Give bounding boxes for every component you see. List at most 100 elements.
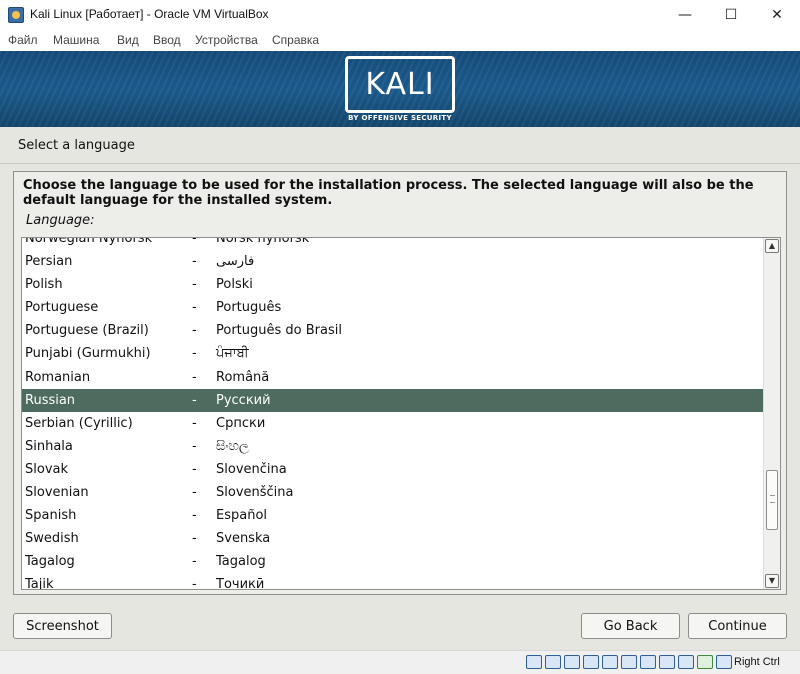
menubar: Файл Машина Вид Ввод Устройства Справка xyxy=(0,30,800,51)
language-row[interactable]: Portuguese (Brazil) - Português do Brasil xyxy=(22,319,764,342)
language-native-name: Српски xyxy=(216,415,266,431)
menu-input[interactable]: Ввод xyxy=(153,33,181,47)
language-separator: - xyxy=(192,415,197,431)
language-row[interactable]: Slovak - Slovenčina xyxy=(22,458,764,481)
divider xyxy=(0,163,800,164)
scrollbar-thumb[interactable] xyxy=(766,470,778,530)
language-separator: - xyxy=(192,577,197,590)
language-list-rows: Norwegian Nynorsk - Norsk nynorsk Persian - ف… xyxy=(22,237,764,590)
language-separator: - xyxy=(192,346,197,362)
instructions-text: Choose the language to be used for the i… xyxy=(23,178,754,208)
usb-icon[interactable] xyxy=(602,655,618,669)
language-row[interactable]: Norwegian Nynorsk - Norsk nynorsk xyxy=(22,237,764,250)
language-row[interactable]: Swedish - Svenska xyxy=(22,527,764,550)
language-separator: - xyxy=(192,300,197,316)
language-row[interactable]: Tajik - Точикӣ xyxy=(22,573,764,590)
language-english-name: Norwegian Nynorsk xyxy=(25,237,153,246)
language-row[interactable]: Portuguese - Português xyxy=(22,296,764,319)
menu-help[interactable]: Справка xyxy=(272,33,319,47)
cpu-icon xyxy=(678,655,694,669)
virtualbox-app-icon xyxy=(8,7,24,23)
language-native-name: Svenska xyxy=(216,531,271,547)
language-row[interactable]: Russian - Русский xyxy=(22,388,764,412)
language-row[interactable]: Polish - Polski xyxy=(22,273,764,296)
language-list[interactable]: Norwegian Nynorsk - Norsk nynorsk Persian - ف… xyxy=(21,237,781,590)
language-separator: - xyxy=(192,554,197,570)
language-native-name: Português xyxy=(216,300,282,316)
guest-additions-icon xyxy=(697,655,713,669)
video-capture-icon[interactable] xyxy=(659,655,675,669)
language-row[interactable]: Spanish - Español xyxy=(22,504,764,527)
language-english-name: Punjabi (Gurmukhi) xyxy=(25,346,151,362)
language-field-label: Language: xyxy=(26,213,95,228)
language-separator: - xyxy=(192,531,197,547)
language-native-name: සිංහල xyxy=(216,438,249,454)
scroll-down-arrow-icon[interactable]: ▼ xyxy=(765,574,779,588)
language-english-name: Russian xyxy=(25,392,76,408)
screenshot-button[interactable]: Screenshot xyxy=(13,613,112,639)
language-english-name: Swedish xyxy=(25,531,79,547)
language-english-name: Sinhala xyxy=(25,438,73,454)
language-row[interactable]: Romanian - Română xyxy=(22,366,764,389)
vm-statusbar: Right Ctrl xyxy=(0,650,800,674)
maximize-button[interactable]: ☐ xyxy=(708,0,754,30)
close-button[interactable]: ✕ xyxy=(754,0,800,30)
vm-screen[interactable]: KALI BY OFFENSIVE SECURITY Select a lang… xyxy=(0,51,800,650)
menu-view[interactable]: Вид xyxy=(117,33,139,47)
language-english-name: Slovenian xyxy=(25,485,89,501)
language-row[interactable]: Punjabi (Gurmukhi) - ਪੰਜਾਬੀ xyxy=(22,342,764,365)
list-scrollbar[interactable]: ▲ ▼ xyxy=(763,238,780,589)
hard-disk-icon[interactable] xyxy=(526,655,542,669)
language-separator: - xyxy=(192,237,197,246)
display-icon[interactable] xyxy=(640,655,656,669)
optical-drive-icon[interactable] xyxy=(545,655,561,669)
continue-button[interactable]: Continue xyxy=(688,613,787,639)
audio-icon[interactable] xyxy=(564,655,580,669)
scroll-up-arrow-icon[interactable]: ▲ xyxy=(765,239,779,253)
language-native-name: Русский xyxy=(216,392,271,408)
menu-file[interactable]: Файл xyxy=(8,33,38,47)
language-english-name: Serbian (Cyrillic) xyxy=(25,415,133,431)
language-separator: - xyxy=(192,438,197,454)
language-native-name: Polski xyxy=(216,277,253,293)
go-back-button[interactable]: Go Back xyxy=(581,613,680,639)
kali-logo: KALI xyxy=(345,56,455,113)
language-row[interactable]: Sinhala - සිංහල xyxy=(22,435,764,458)
language-separator: - xyxy=(192,277,197,293)
language-separator: - xyxy=(192,461,197,477)
language-english-name: Persian xyxy=(25,254,73,270)
language-row[interactable]: Slovenian - Slovenščina xyxy=(22,481,764,504)
network-icon[interactable] xyxy=(583,655,599,669)
language-row[interactable]: Serbian (Cyrillic) - Српски xyxy=(22,412,764,435)
language-row[interactable]: Tagalog - Tagalog xyxy=(22,550,764,573)
language-separator: - xyxy=(192,254,197,270)
window-titlebar: Kali Linux [Работает] - Oracle VM Virtua… xyxy=(0,0,800,30)
language-separator: - xyxy=(192,323,197,339)
language-native-name: فارسی xyxy=(216,254,255,270)
language-english-name: Romanian xyxy=(25,369,91,385)
language-native-name: Tagalog xyxy=(216,554,266,570)
language-native-name: Точикӣ xyxy=(216,577,265,590)
menu-devices[interactable]: Устройства xyxy=(195,33,258,47)
language-english-name: Tagalog xyxy=(25,554,75,570)
language-english-name: Tajik xyxy=(25,577,54,590)
language-row[interactable]: Persian - فارسی xyxy=(22,250,764,273)
language-native-name: Norsk nynorsk xyxy=(216,237,310,246)
language-separator: - xyxy=(192,508,197,524)
window-title: Kali Linux [Работает] - Oracle VM Virtua… xyxy=(30,7,269,21)
page-title: Select a language xyxy=(18,138,135,153)
kali-banner: KALI BY OFFENSIVE SECURITY xyxy=(0,51,800,127)
status-icons xyxy=(526,655,732,669)
kali-logo-text: KALI xyxy=(365,67,435,102)
host-key-label: Right Ctrl xyxy=(734,656,780,668)
language-native-name: Română xyxy=(216,369,270,385)
shared-folders-icon[interactable] xyxy=(621,655,637,669)
mouse-integration-icon[interactable] xyxy=(716,655,732,669)
kali-tagline: BY OFFENSIVE SECURITY xyxy=(348,114,452,122)
language-english-name: Spanish xyxy=(25,508,77,524)
menu-machine[interactable]: Машина xyxy=(53,33,99,47)
minimize-button[interactable]: — xyxy=(662,0,708,30)
language-english-name: Polish xyxy=(25,277,63,293)
language-separator: - xyxy=(192,369,197,385)
language-english-name: Slovak xyxy=(25,461,69,477)
